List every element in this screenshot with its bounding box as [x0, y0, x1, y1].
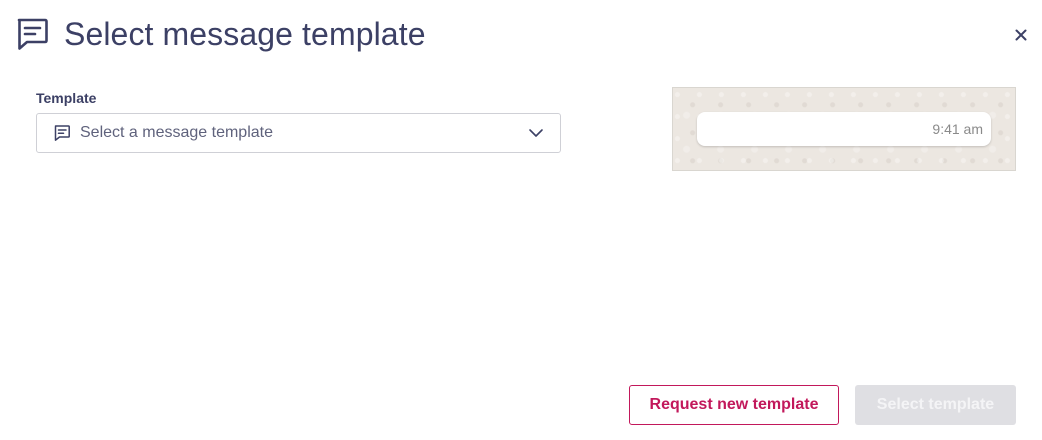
message-bubble: 9:41 am [697, 112, 991, 146]
chat-message-icon [54, 125, 70, 141]
close-icon [1015, 29, 1027, 41]
select-template-button[interactable]: Select template [855, 385, 1016, 425]
chat-message-icon [17, 18, 48, 50]
message-preview: 9:41 am [672, 87, 1016, 171]
template-label: Template [36, 90, 97, 106]
template-select-placeholder: Select a message template [80, 124, 273, 141]
template-select[interactable]: Select a message template [36, 113, 561, 153]
chevron-down-icon [529, 129, 543, 137]
dialog-title: Select message template [64, 16, 426, 52]
close-button[interactable] [1010, 24, 1032, 46]
message-timestamp: 9:41 am [932, 121, 983, 137]
request-new-template-button[interactable]: Request new template [629, 385, 839, 425]
dialog-header: Select message template [15, 14, 426, 54]
